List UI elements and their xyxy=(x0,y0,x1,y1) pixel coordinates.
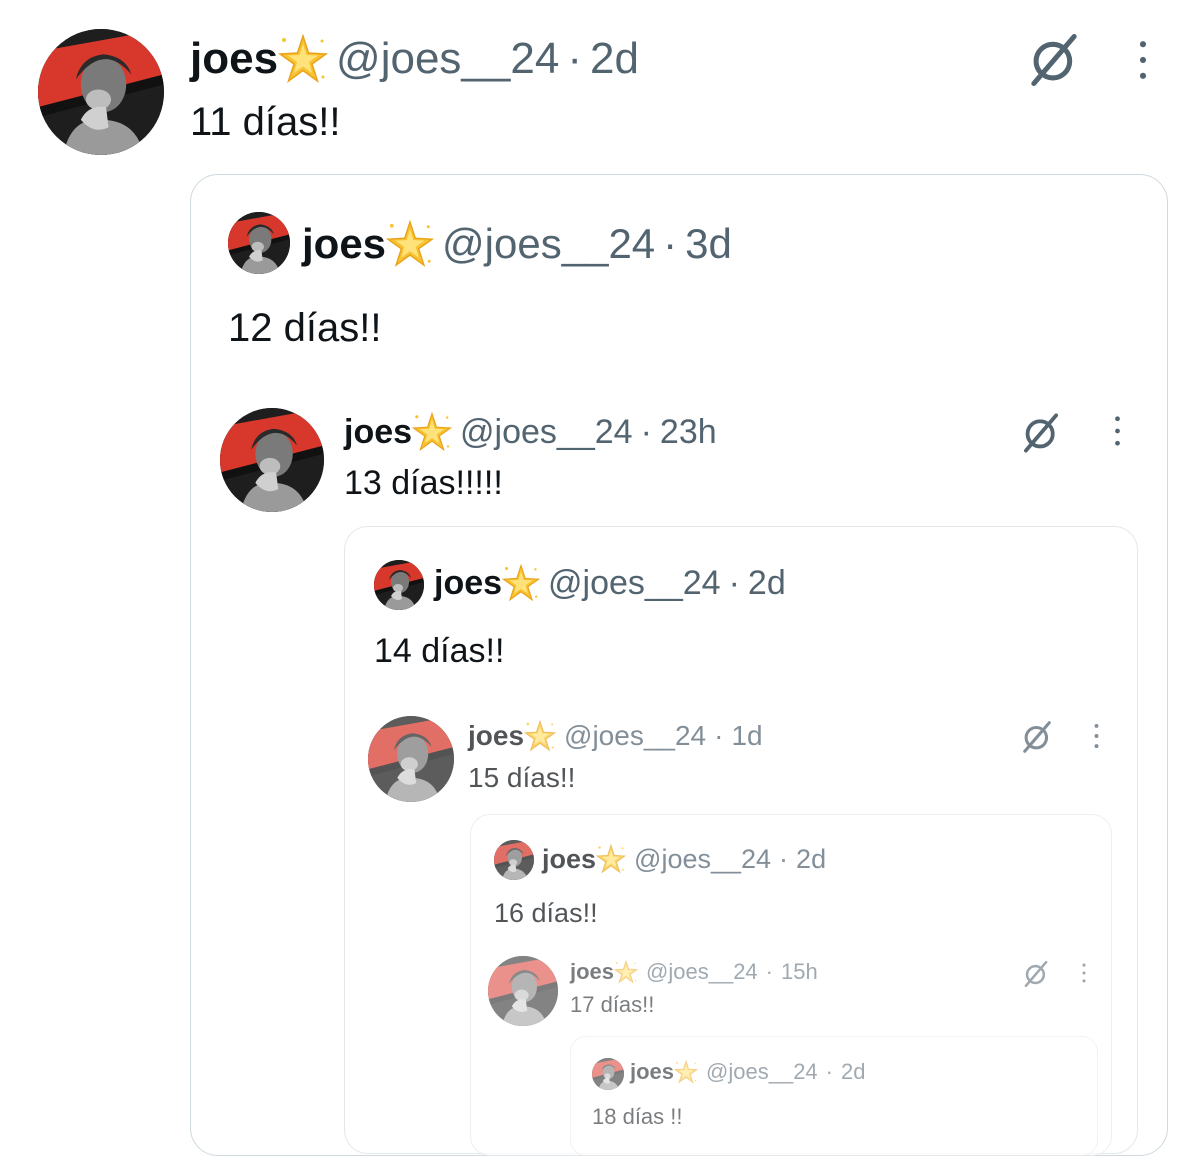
display-name: joes xyxy=(570,959,615,984)
separator-dot: · xyxy=(728,563,740,602)
tweet-text: 12 días!! xyxy=(228,306,382,350)
user-handle: @joes__24 xyxy=(564,720,707,751)
user-handle: @joes__24 xyxy=(442,220,656,267)
avatar xyxy=(592,1058,624,1090)
tweet-text: 14 días!! xyxy=(374,632,505,670)
user-handle: @joes__24 xyxy=(460,412,633,451)
timestamp: 1d xyxy=(731,720,763,751)
user-handle: @joes__24 xyxy=(548,563,721,602)
glowing-star-icon xyxy=(524,720,556,752)
display-name[interactable]: joes xyxy=(190,34,278,84)
tweet-header: joes @joes__24 · 1d xyxy=(468,718,763,754)
display-name: joes xyxy=(302,220,387,267)
display-name: joes xyxy=(434,563,503,602)
timestamp: 2d xyxy=(747,563,786,602)
tweet-header: joes @joes__24 · 2d xyxy=(542,842,826,876)
timestamp: 3d xyxy=(685,220,732,267)
separator-dot: · xyxy=(640,412,652,451)
glowing-star-icon xyxy=(614,960,638,984)
tweet-text: 16 días!! xyxy=(494,898,598,928)
display-name: joes xyxy=(542,843,597,874)
tweet-header: joes @joes__24 · 23h xyxy=(344,410,717,454)
user-handle: @joes__24 xyxy=(706,1059,818,1084)
avatar-image xyxy=(38,29,164,155)
tweet-header: joes @joes__24 · 3d xyxy=(302,218,732,270)
tweet-text: 17 días!! xyxy=(570,992,655,1017)
timestamp: 2d xyxy=(841,1059,866,1084)
avatar xyxy=(220,408,324,512)
separator-dot: · xyxy=(779,843,789,874)
tweet-header: joes @joes__24 · 2d xyxy=(190,32,639,86)
more-options-icon xyxy=(1080,962,1088,984)
glowing-star-icon xyxy=(596,844,626,874)
separator-dot: · xyxy=(825,1059,833,1084)
more-options-icon[interactable] xyxy=(1136,38,1150,82)
user-handle[interactable]: @joes__24 xyxy=(336,34,559,84)
avatar xyxy=(488,956,558,1026)
grok-icon xyxy=(1020,720,1054,754)
display-name: joes xyxy=(468,720,525,751)
avatar xyxy=(374,560,424,610)
glowing-star-icon xyxy=(386,220,434,268)
avatar-image xyxy=(220,408,324,512)
glowing-star-icon xyxy=(412,412,452,452)
display-name: joes xyxy=(344,412,413,451)
timestamp: 15h xyxy=(781,959,818,984)
tweet-text: 11 días!! xyxy=(190,100,341,144)
tweet-text: 18 días !! xyxy=(592,1104,683,1129)
avatar-image xyxy=(494,840,534,880)
avatar[interactable] xyxy=(38,29,164,155)
timestamp: 23h xyxy=(659,412,717,451)
separator-dot: · xyxy=(567,34,582,83)
quoted-tweet xyxy=(570,1036,1098,1156)
glowing-star-icon xyxy=(278,34,328,84)
more-options-icon xyxy=(1112,414,1123,448)
avatar-image xyxy=(368,716,454,802)
grok-icon[interactable] xyxy=(1026,32,1082,88)
avatar-image xyxy=(374,560,424,610)
avatar-image xyxy=(488,956,558,1026)
tweet-text: 13 días!!!!! xyxy=(344,464,503,502)
avatar-image xyxy=(592,1058,624,1090)
avatar xyxy=(228,212,290,274)
user-handle: @joes__24 xyxy=(646,959,758,984)
separator-dot: · xyxy=(714,720,724,751)
display-name: joes xyxy=(630,1059,675,1084)
more-options-icon xyxy=(1092,722,1101,750)
separator-dot: · xyxy=(765,959,773,984)
user-handle: @joes__24 xyxy=(634,843,772,874)
glowing-star-icon xyxy=(674,1060,698,1084)
tweet-header: joes @joes__24 · 15h xyxy=(570,958,818,986)
timestamp: 2d xyxy=(796,843,827,874)
tweet-header: joes @joes__24 · 2d xyxy=(434,562,786,604)
timestamp[interactable]: 2d xyxy=(590,34,639,84)
avatar-image xyxy=(228,212,290,274)
grok-icon xyxy=(1020,412,1062,454)
tweet-text: 15 días!! xyxy=(468,762,576,793)
tweet-header: joes @joes__24 · 2d xyxy=(630,1058,865,1086)
separator-dot: · xyxy=(663,220,678,267)
avatar xyxy=(494,840,534,880)
grok-icon xyxy=(1022,960,1050,988)
avatar xyxy=(368,716,454,802)
glowing-star-icon xyxy=(502,564,540,602)
